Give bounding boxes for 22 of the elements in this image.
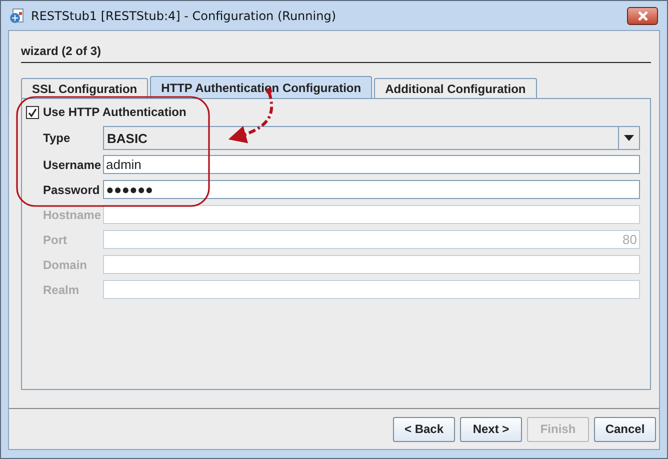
window-title: RESTStub1 [RESTStub:4] - Configuration (Running) <box>31 8 338 22</box>
wizard-button[interactable]: < Back <box>393 416 455 442</box>
wizard-heading: wizard (2 of 3) <box>21 44 651 63</box>
field-label: Port <box>43 232 68 246</box>
field-label: Type <box>43 131 72 145</box>
app-icon <box>9 8 25 24</box>
type-dropdown[interactable]: BASIC <box>103 126 640 150</box>
close-icon[interactable] <box>627 6 658 24</box>
field-label: Username <box>43 158 102 172</box>
checkbox-label[interactable]: Use HTTP Authentication <box>43 105 186 119</box>
tab[interactable]: HTTP Authentication Configuration <box>150 76 372 98</box>
field-label: Realm <box>43 282 80 296</box>
input-field[interactable]: admin <box>103 155 640 174</box>
wizard-button[interactable]: Next > <box>460 416 522 442</box>
input-field[interactable]: ●●●●●● <box>103 180 640 199</box>
field-label: Hostname <box>43 208 102 222</box>
tab[interactable]: SSL Configuration <box>21 78 148 98</box>
tab[interactable]: Additional Configuration <box>374 78 537 98</box>
wizard-button[interactable]: Cancel <box>594 416 656 442</box>
checkbox[interactable] <box>26 106 39 118</box>
field-label: Domain <box>43 258 88 272</box>
field-label: Password <box>43 182 101 196</box>
